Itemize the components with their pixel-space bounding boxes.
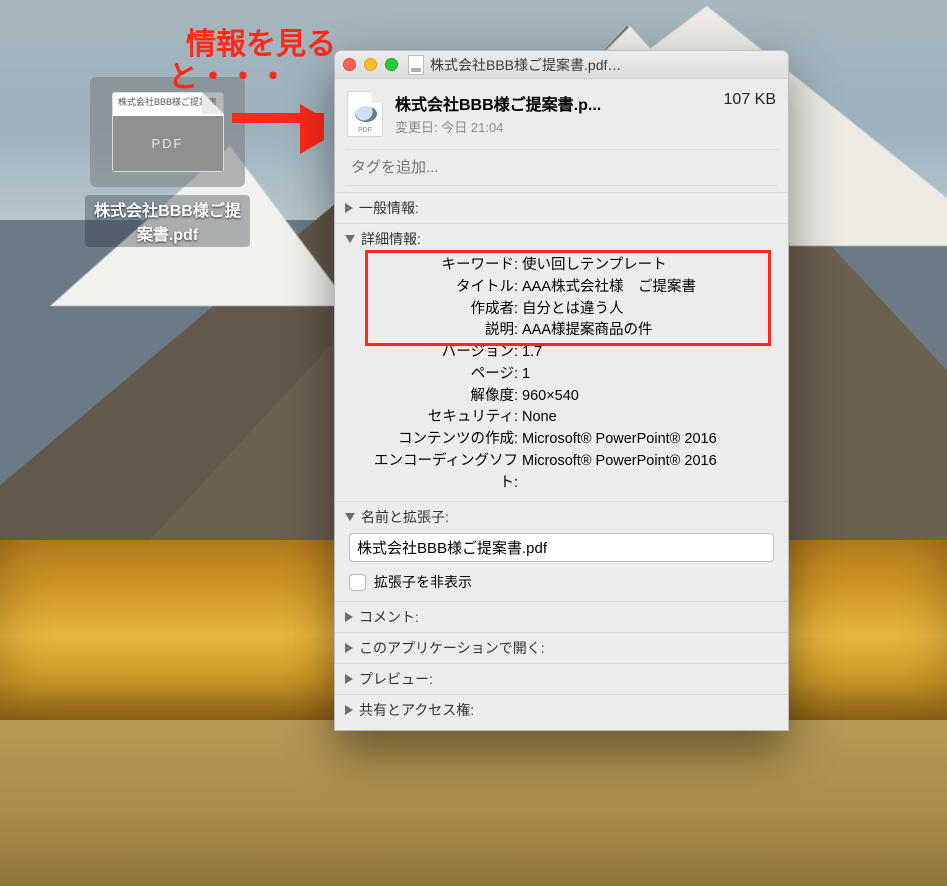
detail-value: Microsoft® PowerPoint® 2016 (518, 429, 774, 451)
section-name-ext-header[interactable]: 名前と拡張子: (345, 507, 778, 527)
info-header: PDF 株式会社BBB様ご提案書.p... 107 KB 変更日: 今日 21:… (335, 79, 788, 147)
detail-value: AAA株式会社様 ご提案書 (518, 277, 774, 299)
detail-key: 解像度: (363, 386, 518, 408)
chevron-down-icon (345, 235, 355, 243)
file-thumbnail: 株式会社BBB様ご提案書 PDF (112, 92, 224, 172)
section-sharing[interactable]: 共有とアクセス権: (335, 694, 788, 730)
section-preview-label: プレビュー: (359, 669, 433, 689)
detail-key: 作成者: (363, 299, 518, 321)
chevron-right-icon (345, 674, 353, 684)
desktop-file-label: 株式会社BBB様ご提案書.pdf (85, 195, 250, 247)
detail-key: コンテンツの作成: (363, 429, 518, 451)
detail-row: セキュリティ:None (363, 407, 774, 429)
section-open-with[interactable]: このアプリケーションで開く: (335, 632, 788, 663)
annotation-text: 情報を見る (186, 27, 336, 63)
tags-input[interactable] (345, 150, 778, 185)
section-sharing-label: 共有とアクセス権: (359, 700, 474, 720)
section-name-ext-label: 名前と拡張子: (361, 507, 449, 527)
detail-row: 説明:AAA様提案商品の件 (363, 320, 774, 342)
detail-value: 960×540 (518, 386, 774, 408)
section-detail-label: 詳細情報: (361, 229, 421, 249)
detail-row: コンテンツの作成:Microsoft® PowerPoint® 2016 (363, 429, 774, 451)
detail-row: バージョン:1.7 (363, 342, 774, 364)
detail-value: 1.7 (518, 342, 774, 364)
detail-row: 解像度:960×540 (363, 386, 774, 408)
get-info-window: 株式会社BBB様ご提案書.pdf… PDF 株式会社BBB様ご提案書.p... … (334, 50, 789, 731)
annotation-arrow (232, 104, 348, 132)
file-size: 107 KB (724, 91, 776, 109)
section-detail-header[interactable]: 詳細情報: (345, 229, 778, 249)
checkbox-icon (349, 574, 366, 591)
section-comment[interactable]: コメント: (335, 601, 788, 632)
window-title: 株式会社BBB様ご提案書.pdf… (430, 55, 621, 75)
filename-input[interactable] (349, 533, 774, 562)
detail-row: ページ:1 (363, 364, 774, 386)
section-preview[interactable]: プレビュー: (335, 663, 788, 694)
chevron-right-icon (345, 612, 353, 622)
section-name-ext: 名前と拡張子: 拡張子を非表示 (335, 501, 788, 601)
detail-value: Microsoft® PowerPoint® 2016 (518, 451, 774, 473)
detail-value: 自分とは違う人 (518, 299, 774, 321)
section-detail: 詳細情報: キーワード:使い回しテンプレートタイトル:AAA株式会社様 ご提案書… (335, 223, 788, 501)
file-name: 株式会社BBB様ご提案書.p... (395, 91, 601, 115)
detail-row: 作成者:自分とは違う人 (363, 299, 774, 321)
hide-extension-checkbox[interactable]: 拡張子を非表示 (349, 572, 774, 592)
detail-key: エンコーディングソフト: (363, 451, 518, 495)
detail-value: AAA様提案商品の件 (518, 320, 774, 342)
detail-key: ページ: (363, 364, 518, 386)
titlebar-file-icon (408, 55, 424, 75)
file-icon: PDF (347, 91, 383, 137)
detail-row: エンコーディングソフト:Microsoft® PowerPoint® 2016 (363, 451, 774, 495)
detail-key: バージョン: (363, 342, 518, 364)
modified-label: 変更日: (395, 120, 438, 135)
modified-value: 今日 21:04 (441, 120, 503, 135)
chevron-right-icon (345, 203, 353, 213)
annotation-text-2: と・・・ (168, 60, 288, 96)
section-general-label: 一般情報: (359, 198, 419, 218)
detail-row: キーワード:使い回しテンプレート (363, 255, 774, 277)
desktop-file[interactable]: 株式会社BBB様ご提案書 PDF 株式会社BBB様ご提案書.pdf (85, 77, 250, 247)
chevron-down-icon (345, 513, 355, 521)
tags-field[interactable] (345, 149, 778, 186)
zoom-icon[interactable] (385, 58, 398, 71)
chevron-right-icon (345, 643, 353, 653)
detail-value: None (518, 407, 774, 429)
detail-key: タイトル: (363, 277, 518, 299)
detail-key: 説明: (363, 320, 518, 342)
detail-value: 1 (518, 364, 774, 386)
titlebar[interactable]: 株式会社BBB様ご提案書.pdf… (335, 51, 788, 79)
chevron-right-icon (345, 705, 353, 715)
minimize-icon[interactable] (364, 58, 377, 71)
detail-key: キーワード: (363, 255, 518, 277)
hide-extension-label: 拡張子を非表示 (374, 572, 472, 592)
detail-value: 使い回しテンプレート (518, 255, 774, 277)
section-general[interactable]: 一般情報: (335, 192, 788, 223)
section-open-with-label: このアプリケーションで開く: (359, 638, 545, 658)
detail-row: タイトル:AAA株式会社様 ご提案書 (363, 277, 774, 299)
detail-key: セキュリティ: (363, 407, 518, 429)
section-comment-label: コメント: (359, 607, 419, 627)
close-icon[interactable] (343, 58, 356, 71)
